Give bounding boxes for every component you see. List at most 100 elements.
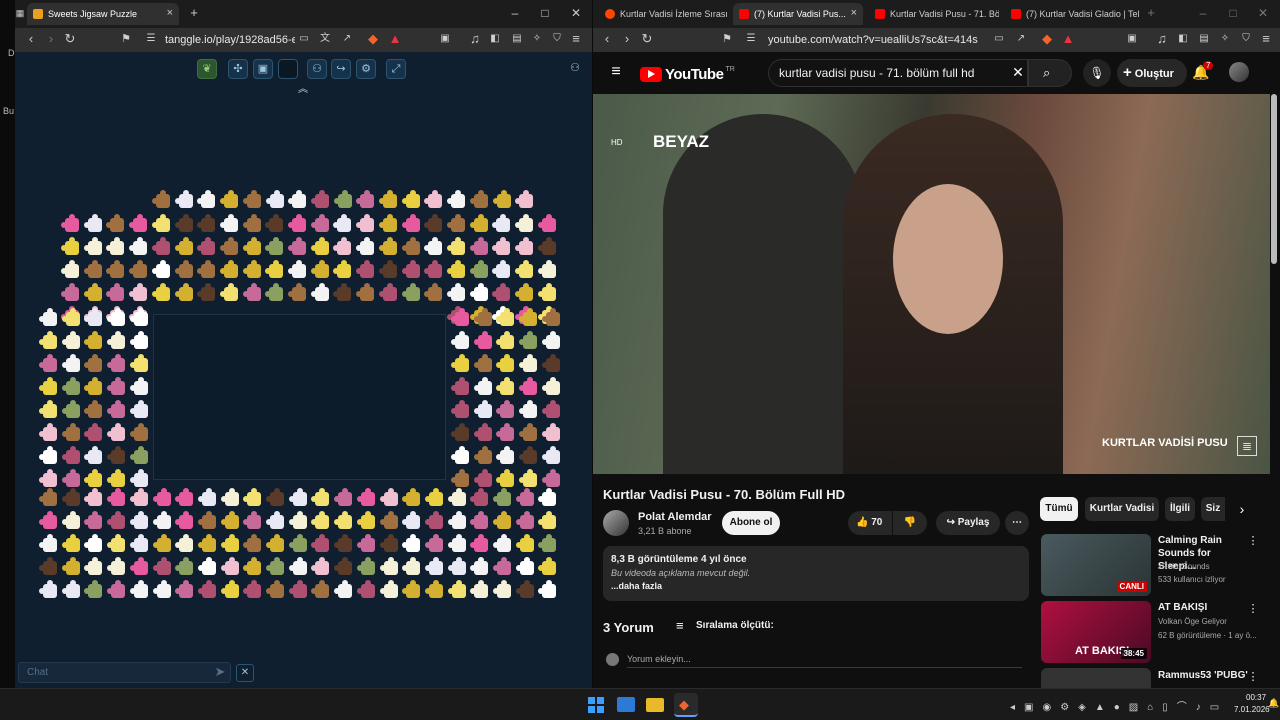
puzzle-piece[interactable] — [129, 557, 148, 575]
puzzle-piece[interactable] — [537, 214, 556, 232]
hamburger-icon[interactable]: ≡ — [608, 64, 624, 81]
rec-menu-icon-1[interactable]: ⋮ — [1245, 534, 1261, 550]
puzzle-piece[interactable] — [129, 446, 148, 464]
puzzle-piece[interactable] — [197, 488, 216, 506]
pieces-icon[interactable]: ✣ — [228, 59, 248, 79]
rec-menu-icon-2[interactable]: ⋮ — [1245, 602, 1261, 618]
puzzle-piece[interactable] — [129, 283, 148, 301]
puzzle-piece[interactable] — [107, 511, 126, 529]
puzzle-piece[interactable] — [311, 534, 330, 552]
menu-icon[interactable]: ≡ — [1258, 32, 1274, 48]
playlist-icon[interactable]: ≣ — [1237, 436, 1257, 456]
puzzle-piece[interactable] — [310, 283, 329, 301]
sidebar-icon[interactable]: ◧ — [1175, 32, 1191, 48]
puzzle-piece[interactable] — [515, 580, 534, 598]
puzzle-piece[interactable] — [519, 469, 538, 487]
puzzle-piece[interactable] — [402, 557, 421, 575]
puzzle-piece[interactable] — [152, 190, 170, 208]
puzzle-piece[interactable] — [288, 283, 306, 301]
puzzle-piece[interactable] — [356, 283, 375, 301]
users-panel-icon[interactable]: ⚇ — [565, 59, 585, 79]
puzzle-piece[interactable] — [219, 237, 238, 255]
puzzle-piece[interactable] — [496, 331, 515, 349]
puzzle-piece[interactable] — [265, 190, 284, 208]
puzzle-piece[interactable] — [288, 511, 307, 529]
puzzle-piece[interactable] — [39, 580, 57, 598]
puzzle-piece[interactable] — [401, 214, 420, 232]
puzzle-piece[interactable] — [356, 488, 375, 506]
puzzle-piece[interactable] — [447, 511, 466, 529]
puzzle-piece[interactable] — [83, 237, 102, 255]
forward-icon[interactable]: › — [619, 32, 635, 48]
close-window-icon[interactable]: ✕ — [569, 6, 583, 20]
minimize-icon[interactable]: – — [508, 6, 522, 20]
players-icon[interactable]: ⚇ — [307, 59, 327, 79]
taskview-icon[interactable] — [617, 697, 635, 712]
puzzle-piece[interactable] — [243, 488, 262, 506]
chip-all[interactable]: Tümü — [1040, 497, 1078, 521]
voice-search-icon[interactable]: 🎙 — [1083, 59, 1111, 87]
puzzle-piece[interactable] — [311, 580, 330, 598]
share-button[interactable]: ↪ Paylaş — [936, 511, 1000, 535]
dislike-button[interactable]: 👎 — [893, 511, 927, 535]
puzzle-piece[interactable] — [243, 534, 262, 552]
puzzle-piece[interactable] — [288, 557, 307, 575]
puzzle-piece[interactable] — [424, 580, 443, 598]
puzzle-piece[interactable] — [541, 469, 560, 487]
puzzle-piece[interactable] — [197, 580, 216, 598]
puzzle-piece[interactable] — [107, 557, 126, 575]
puzzle-piece[interactable] — [265, 260, 284, 278]
puzzle-piece[interactable] — [473, 469, 492, 487]
puzzle-piece[interactable] — [538, 580, 557, 598]
puzzle-piece[interactable] — [107, 580, 126, 598]
puzzle-piece[interactable] — [152, 557, 171, 575]
puzzle-piece[interactable] — [39, 557, 57, 575]
puzzle-piece[interactable] — [424, 283, 443, 301]
puzzle-piece[interactable] — [220, 488, 239, 506]
address-bar[interactable]: tanggle.io/play/1928ad56-e... — [165, 31, 295, 50]
share-puzzle-icon[interactable]: ↪ — [331, 59, 351, 79]
puzzle-piece[interactable] — [356, 534, 375, 552]
puzzle-piece[interactable] — [424, 557, 443, 575]
puzzle-piece[interactable] — [61, 534, 80, 552]
puzzle-piece[interactable] — [197, 534, 216, 552]
puzzle-piece[interactable] — [129, 331, 148, 349]
puzzle-piece[interactable] — [107, 331, 126, 349]
puzzle-piece[interactable] — [266, 488, 284, 506]
puzzle-piece[interactable] — [288, 237, 306, 255]
puzzle-piece[interactable] — [84, 469, 103, 487]
rec-menu-icon-3[interactable]: ⋮ — [1245, 670, 1261, 686]
puzzle-piece[interactable] — [538, 511, 557, 529]
puzzle-piece[interactable] — [243, 557, 262, 575]
puzzle-piece[interactable] — [197, 260, 216, 278]
puzzle-piece[interactable] — [515, 283, 533, 301]
send-icon[interactable]: ➤ — [212, 665, 228, 681]
puzzle-piece[interactable] — [402, 580, 421, 598]
puzzle-piece[interactable] — [496, 400, 515, 418]
puzzle-piece[interactable] — [84, 488, 103, 506]
puzzle-piece[interactable] — [175, 488, 194, 506]
puzzle-piece[interactable] — [470, 557, 489, 575]
puzzle-piece[interactable] — [470, 511, 489, 529]
puzzle-piece[interactable] — [106, 260, 125, 278]
puzzle-piece[interactable] — [537, 283, 556, 301]
brave-rewards-icon[interactable]: ▲ — [387, 32, 403, 48]
cast-icon[interactable]: ▭ — [296, 32, 312, 48]
puzzle-piece[interactable] — [129, 511, 148, 529]
maximize-icon[interactable]: □ — [538, 6, 552, 20]
tab-4[interactable]: (7) Kurtlar Vadisi Gladio | Tel... — [1005, 3, 1140, 25]
puzzle-piece[interactable] — [39, 469, 57, 487]
puzzle-piece[interactable] — [151, 214, 170, 232]
rec-thumb-2[interactable]: AT BAKIŞI 38:45 — [1041, 601, 1151, 663]
puzzle-piece[interactable] — [265, 214, 284, 232]
puzzle-piece[interactable] — [356, 580, 375, 598]
puzzle-piece[interactable] — [107, 488, 126, 506]
puzzle-piece[interactable] — [446, 283, 465, 301]
bookmark-icon[interactable]: ⚑ — [118, 32, 134, 48]
puzzle-piece[interactable] — [446, 214, 465, 232]
puzzle-board[interactable]: ❦ ✣ ▣ ⚇ ↪ ⚙ ⤢ ⚇ ︽ — [15, 52, 592, 688]
tab-close-icon[interactable]: × — [167, 7, 173, 19]
brave-rewards-icon[interactable]: ▲ — [1060, 32, 1076, 48]
puzzle-piece[interactable] — [39, 400, 57, 418]
puzzle-piece[interactable] — [107, 469, 126, 487]
